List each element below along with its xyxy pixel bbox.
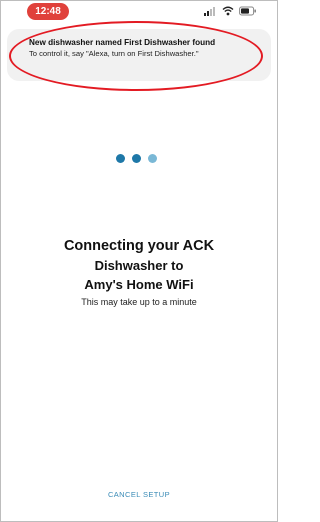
connecting-heading: Connecting your ACK Dishwasher to Amy's …: [1, 236, 277, 295]
battery-icon: [239, 3, 257, 21]
progress-dot: [148, 154, 157, 163]
wait-subtext: This may take up to a minute: [81, 297, 197, 307]
heading-line-1: Connecting your ACK: [63, 238, 215, 254]
progress-dot: [132, 154, 141, 163]
heading-line-2: Dishwasher to: [94, 258, 184, 273]
notification-banner[interactable]: New dishwasher named First Dishwasher fo…: [7, 29, 271, 81]
heading-line-3: Amy's Home WiFi: [84, 277, 194, 292]
notification-body: To control it, say "Alexa, turn on First…: [29, 49, 199, 58]
status-time: 12:48: [27, 3, 69, 20]
status-bar: 12:48: [1, 1, 277, 23]
app-screen: 12:48 New dishwasher named First Dishwas…: [0, 0, 278, 522]
progress-dot: [116, 154, 125, 163]
cancel-setup-button[interactable]: CANCEL SETUP: [1, 490, 277, 499]
signal-icon: [204, 3, 217, 21]
status-icons: [204, 6, 257, 18]
wifi-icon: [222, 3, 234, 21]
notification-title: New dishwasher named First Dishwasher fo…: [29, 38, 216, 47]
progress-dots: [116, 154, 157, 163]
